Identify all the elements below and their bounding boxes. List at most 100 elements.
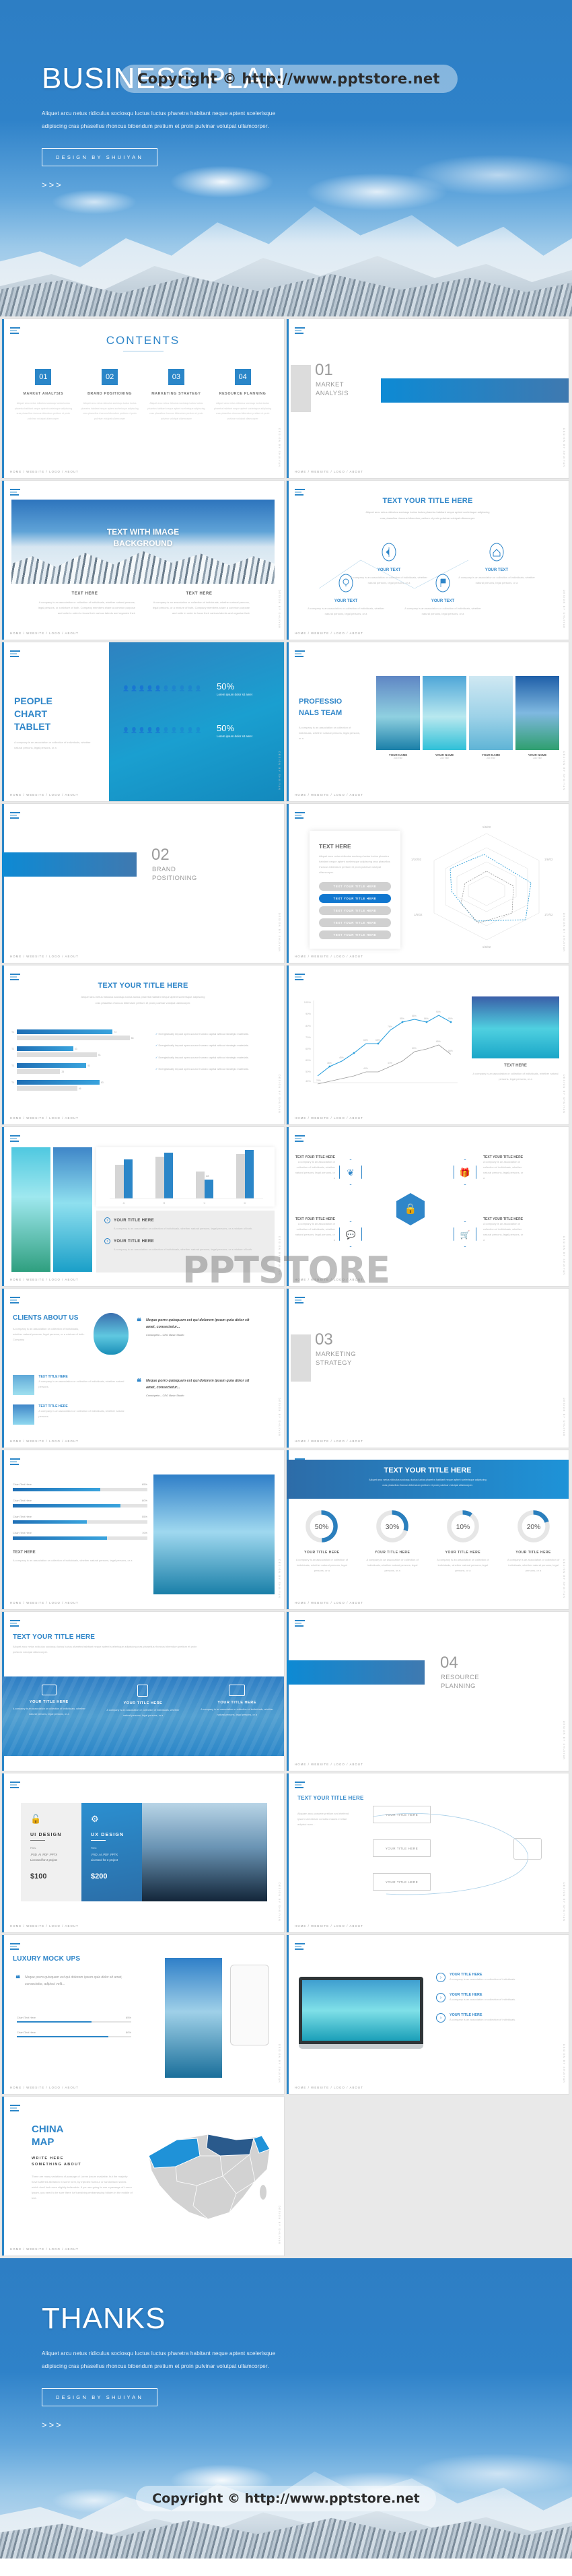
slide-section-02[interactable]: 02 BRAND POSITIONING HOME / WEBSITE / LO… <box>2 804 284 963</box>
bullet-item: Energistically impact open-source human … <box>158 1067 249 1071</box>
pricing-card-featured[interactable]: ⚙ UX DESIGN Files: .PSD .AI .PDF .PPTX L… <box>81 1803 142 1901</box>
flow-node[interactable]: YOUR TITLE HERE <box>373 1839 431 1857</box>
thanks-title: THANKS <box>42 2302 166 2335</box>
bar-value-label: 28 <box>206 1174 209 1178</box>
accent-bar <box>287 1935 289 2094</box>
slide-contents[interactable]: CONTENTS 01 MARKET ANALYSIS Aliquet arcu… <box>2 319 284 478</box>
cover-paragraph-line2: adipiscing cras phasellus rhoncus bibend… <box>42 123 269 130</box>
column-body: A company is an association or collectio… <box>152 601 250 615</box>
quote-icon: ❝ <box>137 1377 141 1387</box>
pricing-photo <box>142 1803 267 1901</box>
leaf-icon[interactable]: ❦ <box>339 1159 362 1185</box>
logo-icon <box>10 1458 20 1466</box>
compass-icon <box>382 543 396 562</box>
section-subtitle: MARKET ANALYSIS <box>316 381 349 399</box>
slide-radar[interactable]: TEXT HERE Aliquet arcu netus ridiculus s… <box>287 804 569 963</box>
slide-subtitle-line1: Aliquet arcu netus ridiculus sociosqu lu… <box>365 510 490 514</box>
logo-icon <box>10 1782 20 1789</box>
list-item[interactable]: 01 MARKET ANALYSIS Aliquet arcu netus ri… <box>13 369 73 421</box>
contents-label: MARKETING STRATEGY <box>151 392 201 396</box>
contents-heading: CONTENTS <box>106 334 180 347</box>
footer-nav: HOME / WEBSITE / LOGO / ABOUT <box>295 632 363 635</box>
side-credit: DESIGN BY SHUIYAN <box>563 1882 565 1922</box>
pill-button[interactable]: TEXT YOUR TITLE HERE <box>319 882 391 891</box>
contents-label: MARKET ANALYSIS <box>23 392 64 396</box>
slide-flow[interactable]: TEXT YOUR TITLE HERE Aliquam arcu posuer… <box>287 1773 569 1932</box>
team-role: Job Title <box>439 757 450 759</box>
slide-donuts[interactable]: TEXT YOUR TITLE HERE Aliquet arcu netus … <box>287 1450 569 1609</box>
accent-bar <box>2 1127 4 1286</box>
accent-bar <box>287 642 289 801</box>
svg-text:76%: 76% <box>388 1025 392 1028</box>
pill-button-active[interactable]: TEXT YOUR TITLE HERE <box>319 894 391 903</box>
side-credit: DESIGN BY SHUIYAN <box>278 589 281 629</box>
pricing-card[interactable]: 🔓 UI DESIGN Files: .PSD .AI .PDF .PPTX L… <box>21 1803 81 1901</box>
slide-section-04[interactable]: 04 RESOURCE PLANNING HOME / WEBSITE / LO… <box>287 1612 569 1771</box>
slide-hex-icons[interactable]: ❦ 🎁 🔒 💬 🛒 TEXT YOUR TITLE HERE A company… <box>287 1127 569 1286</box>
slide-title: TEXT YOUR TITLE HERE <box>98 982 188 990</box>
people-body: A company is an association or collectio… <box>14 740 91 749</box>
slide-pricing[interactable]: 🔓 UI DESIGN Files: .PSD .AI .PDF .PPTX L… <box>2 1773 284 1932</box>
cart-icon[interactable]: 🛒 <box>454 1221 476 1247</box>
people-title-3: TABLET <box>14 720 51 732</box>
slide-people-chart[interactable]: 👤👤👤👤👤👤👤👤👤👤 50% Lorem ipsum dolor sit ame… <box>2 642 284 801</box>
progress-value: 65% <box>141 1483 147 1486</box>
svg-text:65%: 65% <box>376 1039 380 1042</box>
card-thumb <box>13 1375 35 1395</box>
pill-button[interactable]: TEXT YOUR TITLE HERE <box>319 918 391 927</box>
slide-icon-zigzag[interactable]: TEXT YOUR TITLE HERE Aliquet arcu netus … <box>287 481 569 640</box>
slide-bar-horizontal[interactable]: TEXT YOUR TITLE HERE Aliquet arcu netus … <box>2 965 284 1124</box>
slide-laptop[interactable]: › YOUR TITLE HERE A company is an associ… <box>287 1935 569 2094</box>
svg-text:50%: 50% <box>306 1070 311 1073</box>
card-body: A company is an association or collectio… <box>106 1709 180 1717</box>
footer-nav: HOME / WEBSITE / LOGO / ABOUT <box>295 2086 363 2089</box>
donut-chart: 50% <box>306 1510 338 1543</box>
svg-text:D: D <box>244 1201 246 1205</box>
arrows-indicator: >>> <box>42 179 63 190</box>
design-by-button[interactable]: DESIGN BY SHUIYAN <box>42 147 157 166</box>
slide-mockup[interactable]: LUXURY MOCK UPS ❝ Neque porro quisquam e… <box>2 1935 284 2094</box>
pill-button[interactable]: TEXT YOUR TITLE HERE <box>319 930 391 939</box>
list-item[interactable]: 02 BRAND POSITIONING Aliquet arcu netus … <box>80 369 139 421</box>
monitor-icon <box>513 1838 542 1860</box>
team-title-2: NALS TEAM <box>299 708 343 717</box>
slide-bar-vertical[interactable]: 28 A B C D › YOUR TITLE HERE A company is a… <box>2 1127 284 1286</box>
slide-overlay-cards[interactable]: TEXT YOUR TITLE HERE Aliquet arcu netus … <box>2 1612 284 1771</box>
svg-text:C: C <box>204 1201 206 1205</box>
donut-row: 50% YOUR TITLE HERE A company is an asso… <box>287 1508 569 1573</box>
logo-icon <box>10 1943 20 1951</box>
slide-team[interactable]: PROFESSIO NALS TEAM A company is an asso… <box>287 642 569 801</box>
donut-label: YOUR TITLE HERE <box>445 1551 481 1555</box>
slide-section-03[interactable]: 03 MARKETING STRATEGY HOME / WEBSITE / L… <box>287 1289 569 1448</box>
chat-icon[interactable]: 💬 <box>339 1221 362 1247</box>
people-percent: 50% <box>217 681 235 691</box>
gear-icon: ⚙ <box>91 1814 99 1824</box>
slide-china-map[interactable]: CHINA MAP WRITE HERE SOMETHING ABOUT The… <box>2 2097 284 2256</box>
slide-progress-bars[interactable]: Chart Text Here 65% Chart Text Here 80% … <box>2 1450 284 1609</box>
footer-nav: HOME / WEBSITE / LOGO / ABOUT <box>10 1439 79 1443</box>
slide-clients[interactable]: CLIENTS ABOUT US A company is an associa… <box>2 1289 284 1448</box>
contents-columns: 01 MARKET ANALYSIS Aliquet arcu netus ri… <box>2 369 284 421</box>
slide-image-background[interactable]: TEXT WITH IMAGE BACKGROUND TEXT HERE A c… <box>2 481 284 640</box>
list-item[interactable]: 04 RESOURCE PLANNING Aliquet arcu netus … <box>213 369 273 421</box>
radar-card: TEXT HERE Aliquet arcu netus ridiculus s… <box>310 831 400 949</box>
flow-node[interactable]: YOUR TITLE HERE <box>373 1806 431 1823</box>
donut-chart: 20% <box>517 1510 550 1543</box>
list-item[interactable]: 03 MARKETING STRATEGY Aliquet arcu netus… <box>147 369 206 421</box>
gift-icon[interactable]: 🎁 <box>454 1159 476 1185</box>
logo-icon <box>295 812 305 819</box>
people-panel: 👤👤👤👤👤👤👤👤👤👤 50% Lorem ipsum dolor sit ame… <box>109 642 284 801</box>
svg-text:40%: 40% <box>363 1067 368 1070</box>
footer-nav: HOME / WEBSITE / LOGO / ABOUT <box>10 793 79 796</box>
team-title-1: PROFESSIO <box>299 698 343 706</box>
flow-node[interactable]: YOUR TITLE HERE <box>373 1873 431 1891</box>
slide-section-01[interactable]: 01 MARKET ANALYSIS HOME / WEBSITE / LOGO… <box>287 319 569 478</box>
pill-button[interactable]: TEXT YOUR TITLE HERE <box>319 906 391 915</box>
lock-icon[interactable]: 🔒 <box>396 1193 425 1225</box>
svg-text:105%: 105% <box>304 1001 312 1004</box>
progress-label: Chart Text Here <box>17 2016 36 2019</box>
section-number: 03 <box>315 1330 333 1349</box>
design-by-button[interactable]: DESIGN BY SHUIYAN <box>42 2387 157 2406</box>
slide-line-chart[interactable]: 105% 90% 80% 70% 65% 60% 50% 45% 36% 45% 6… <box>287 965 569 1124</box>
node-label: YOUR TEXT <box>485 568 509 572</box>
